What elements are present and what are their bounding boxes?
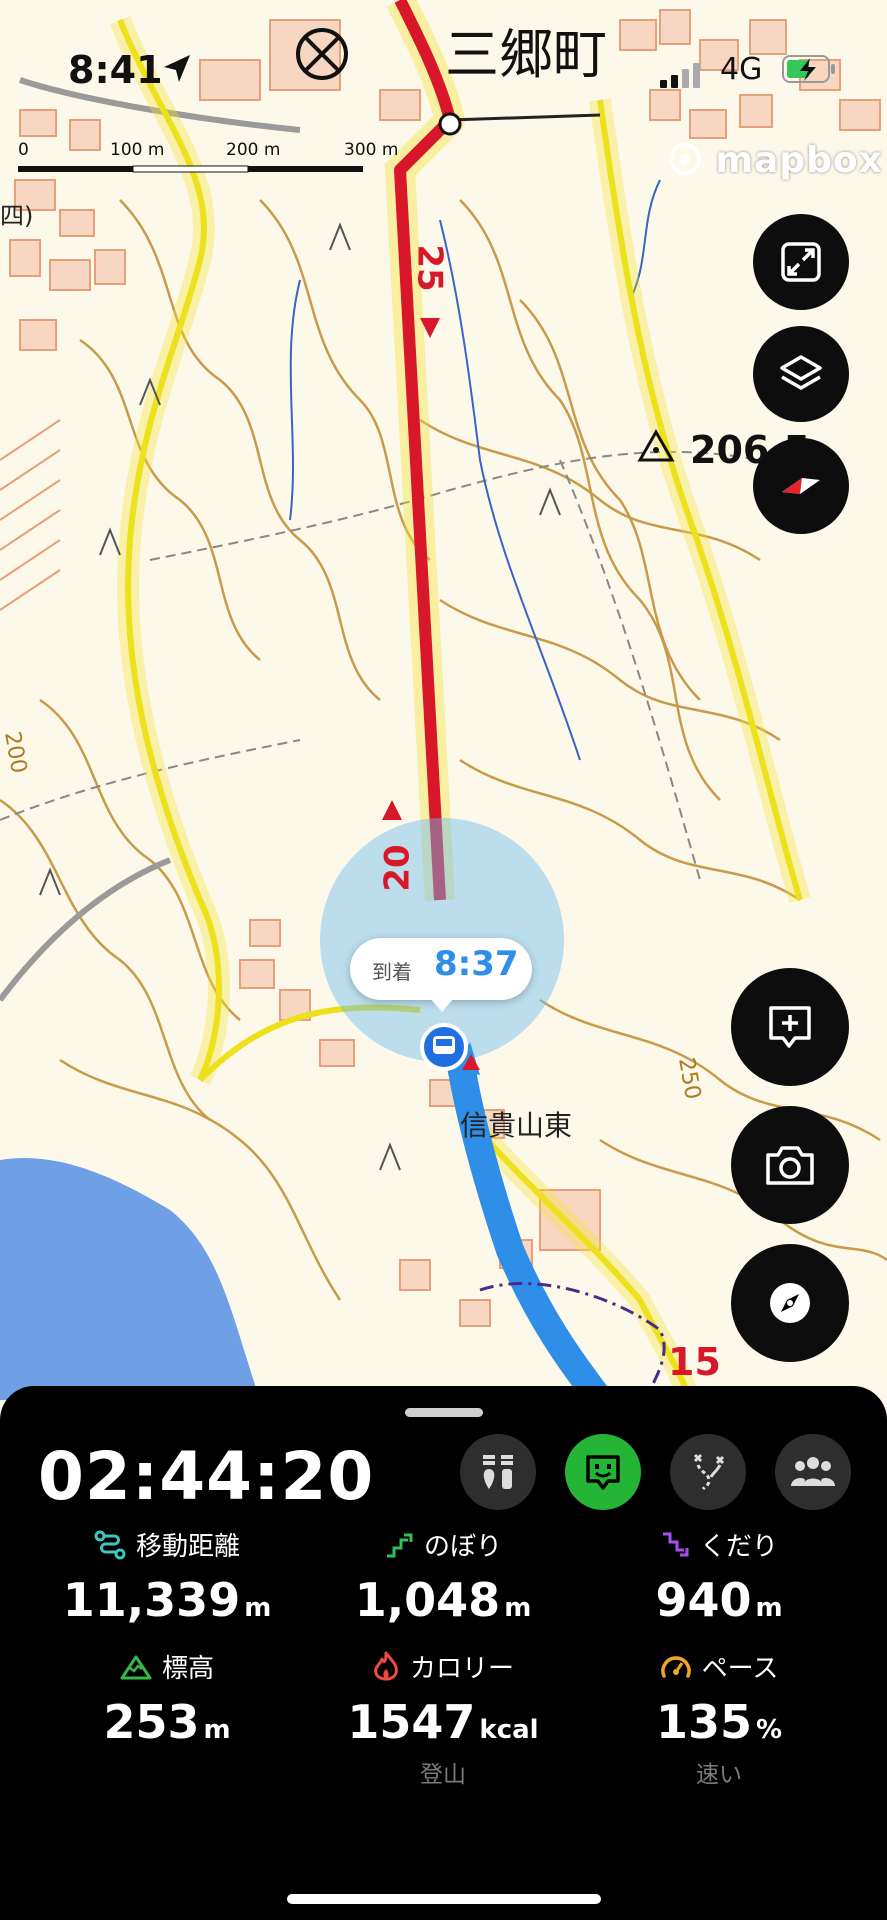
- stat-ascent-unit: m: [504, 1593, 532, 1623]
- location-arrow-icon: [164, 55, 190, 82]
- stat-pace-rating: 速い: [696, 1762, 742, 1788]
- mountain-icon: [120, 1655, 152, 1679]
- face-tab-icon: [586, 1455, 620, 1490]
- stat-pace-unit: %: [755, 1715, 783, 1745]
- stat-descent: くだり 940 m: [574, 1526, 864, 1627]
- add-note-icon: [769, 1006, 811, 1048]
- stat-altitude-value: 253: [103, 1695, 200, 1749]
- stat-calories-label: カロリー: [409, 1654, 514, 1684]
- route-marker-15: 15: [668, 1340, 721, 1384]
- group-tab-icon: [791, 1457, 835, 1486]
- gear-tab-icon: [483, 1455, 513, 1489]
- stat-ascent: のぼり 1,048 m: [298, 1526, 588, 1627]
- stat-distance: 移動距離 11,339 m: [22, 1526, 312, 1627]
- expand-icon: [781, 242, 821, 282]
- arrival-label: 到着: [372, 960, 412, 984]
- stat-descent-unit: m: [755, 1593, 783, 1623]
- map-edge-label: 四): [0, 202, 34, 230]
- bus-stop-label: 信貴山東: [460, 1109, 573, 1142]
- flame-icon: [374, 1651, 398, 1680]
- stat-altitude-label: 標高: [161, 1654, 214, 1684]
- ascent-icon: [386, 1533, 413, 1557]
- stat-calories-value: 1547: [347, 1695, 476, 1749]
- stat-ascent-label: のぼり: [423, 1532, 502, 1562]
- route-marker-20: 20: [377, 844, 418, 892]
- stat-distance-value: 11,339: [62, 1573, 241, 1627]
- camera-icon: [766, 1146, 814, 1185]
- add-note-button[interactable]: [731, 968, 849, 1086]
- stat-pace-label: ペース: [701, 1654, 779, 1684]
- face-tab[interactable]: [565, 1434, 641, 1510]
- battery-charging-icon: [782, 55, 835, 83]
- mapbox-attribution[interactable]: mapbox: [668, 140, 883, 181]
- scale-label-300: 300 m: [344, 140, 399, 160]
- stat-ascent-value: 1,048: [354, 1573, 501, 1627]
- scale-line: [18, 165, 363, 173]
- route-tab[interactable]: [670, 1434, 746, 1510]
- scale-label-200: 200 m: [226, 140, 281, 160]
- stat-descent-label: くだり: [699, 1532, 778, 1562]
- network-type: 4G: [720, 52, 763, 87]
- scale-bar: 0 100 m 200 m 300 m: [18, 140, 408, 180]
- route-tab-icon: [693, 1453, 725, 1491]
- stat-calories: カロリー 1547 kcal 登山: [298, 1648, 588, 1789]
- group-tab[interactable]: [775, 1434, 851, 1510]
- stat-distance-label: 移動距離: [135, 1532, 240, 1562]
- arrival-time: 8:37: [434, 944, 519, 984]
- map-layers-button[interactable]: [753, 326, 849, 422]
- cellular-signal-icon: [660, 63, 700, 88]
- route-marker-25: 25: [409, 244, 450, 292]
- panel-drag-handle[interactable]: [405, 1408, 483, 1417]
- place-name-label: 三郷町: [445, 23, 607, 86]
- expand-map-button[interactable]: [753, 214, 849, 310]
- compass-icon: [770, 1283, 810, 1323]
- activity-panel: 02:44:20 移動距離 11,339 m のぼり 1,048 m くだり 9…: [0, 1386, 887, 1920]
- home-indicator[interactable]: [287, 1894, 601, 1904]
- stat-distance-unit: m: [244, 1593, 272, 1623]
- scale-label-100: 100 m: [110, 140, 165, 160]
- route-direction-button[interactable]: [753, 438, 849, 534]
- callout-pointer-icon: [430, 998, 454, 1012]
- compass-button[interactable]: [731, 1244, 849, 1362]
- stat-altitude: 標高 253 m: [22, 1648, 312, 1749]
- stat-pace-value: 135: [655, 1695, 752, 1749]
- stat-descent-value: 940: [655, 1573, 752, 1627]
- elapsed-time: 02:44:20: [38, 1438, 375, 1515]
- status-time: 8:41: [68, 48, 163, 92]
- camera-button[interactable]: [731, 1106, 849, 1224]
- mapbox-logo-icon: [669, 143, 701, 175]
- gear-tab[interactable]: [460, 1434, 536, 1510]
- stat-altitude-unit: m: [203, 1715, 231, 1745]
- arrival-callout[interactable]: 到着 8:37: [350, 938, 532, 1000]
- stat-pace: ペース 135% 速い: [574, 1648, 864, 1789]
- descent-icon: [662, 1532, 689, 1556]
- layers-icon: [780, 355, 822, 390]
- speedometer-icon: [660, 1655, 691, 1678]
- route-direction-icon: [782, 478, 820, 494]
- status-bar: 8:41 三郷町 4G: [0, 0, 887, 140]
- distance-icon: [94, 1530, 126, 1559]
- mapbox-label: mapbox: [715, 140, 883, 181]
- stat-calories-unit: kcal: [479, 1715, 539, 1745]
- stat-calories-activity: 登山: [420, 1762, 466, 1788]
- scale-label-0: 0: [18, 140, 29, 160]
